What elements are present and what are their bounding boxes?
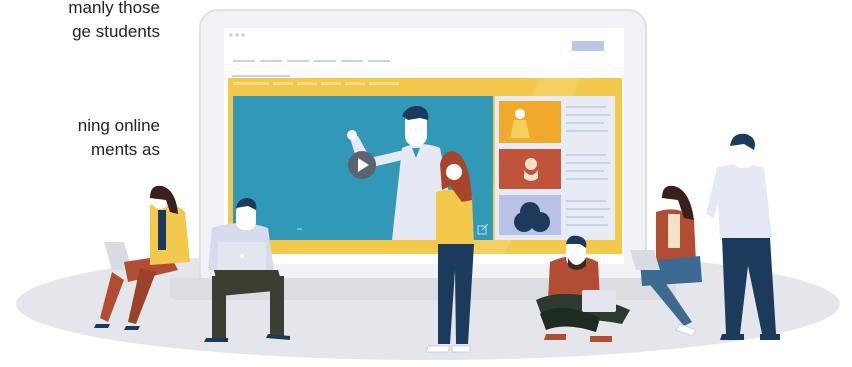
banner-placeholder-lines <box>233 82 399 85</box>
browser-window-dots <box>229 33 245 37</box>
header-button[interactable] <box>572 41 604 51</box>
sidebar-thumbnail[interactable] <box>499 101 561 143</box>
online-learning-illustration <box>16 9 840 360</box>
video-time-indicator <box>297 228 302 230</box>
